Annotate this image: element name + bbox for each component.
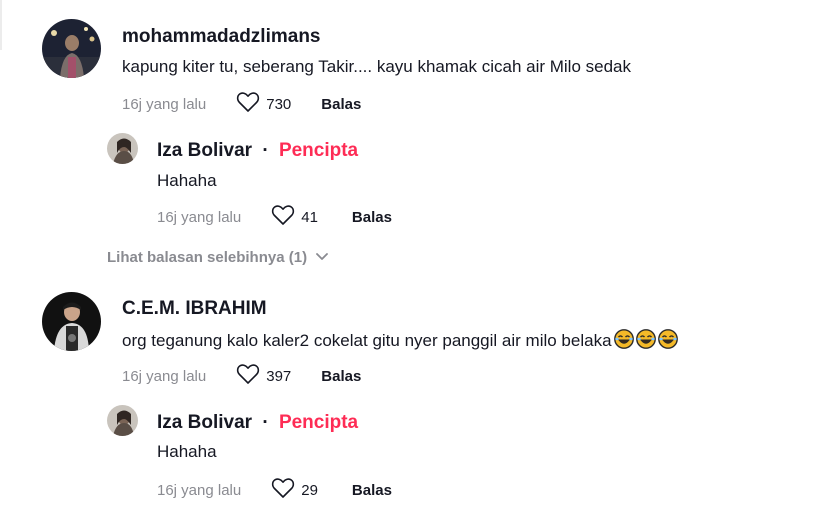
reply-username-row: Iza Bolivar · Pencipta	[157, 412, 358, 434]
face-with-tears-of-joy-icon	[613, 329, 634, 349]
avatar[interactable]	[42, 292, 101, 351]
reply-button[interactable]: Balas	[352, 209, 392, 226]
face-with-tears-of-joy-icon	[657, 329, 678, 349]
heart-icon[interactable]	[271, 204, 295, 230]
like-count: 730	[266, 95, 292, 113]
reply-time: 16j yang lalu	[157, 208, 242, 226]
reply-text: Hahaha	[157, 442, 217, 461]
comment-username[interactable]: mohammadadzlimans	[122, 26, 321, 48]
like-count: 29	[301, 481, 318, 499]
reply-meta: 16j yang lalu 29 Balas	[157, 477, 392, 503]
reply-button[interactable]: Balas	[321, 96, 361, 113]
view-more-replies-button[interactable]: Lihat balasan selebihnya (1)	[107, 249, 329, 266]
heart-icon[interactable]	[236, 91, 260, 117]
avatar[interactable]	[42, 19, 101, 78]
view-more-label: Lihat balasan selebihnya (1)	[107, 249, 308, 266]
comment-text-body: org teganung kalo kaler2 cokelat gitu ny…	[122, 331, 612, 350]
like-button[interactable]: 730	[236, 91, 291, 117]
like-button[interactable]: 397	[236, 363, 291, 389]
face-with-tears-of-joy-icon	[635, 329, 656, 349]
heart-icon[interactable]	[271, 477, 295, 503]
avatar[interactable]	[107, 133, 138, 164]
reply-username[interactable]: Iza Bolivar	[157, 140, 252, 161]
reply-meta: 16j yang lalu 41 Balas	[157, 204, 392, 230]
like-count: 397	[266, 367, 292, 385]
separator-dot: ·	[262, 412, 269, 433]
like-button[interactable]: 41	[271, 204, 318, 230]
like-button[interactable]: 29	[271, 477, 318, 503]
comment-meta: 16j yang lalu 397 Balas	[122, 363, 361, 389]
comment-time: 16j yang lalu	[122, 95, 207, 113]
comment-text: org teganung kalo kaler2 cokelat gitu ny…	[122, 329, 678, 351]
reply-time: 16j yang lalu	[157, 481, 242, 499]
separator-dot: ·	[262, 140, 269, 161]
creator-badge: Pencipta	[278, 140, 359, 161]
comment-time: 16j yang lalu	[122, 367, 207, 385]
avatar[interactable]	[107, 405, 138, 436]
reply-username-row: Iza Bolivar · Pencipta	[157, 140, 358, 162]
reply-button[interactable]: Balas	[321, 368, 361, 385]
comment-meta: 16j yang lalu 730 Balas	[122, 91, 361, 117]
like-count: 41	[301, 208, 318, 226]
creator-badge: Pencipta	[278, 412, 359, 433]
reply-button[interactable]: Balas	[352, 482, 392, 499]
comment-username[interactable]: C.E.M. IBRAHIM	[122, 298, 267, 320]
heart-icon[interactable]	[236, 363, 260, 389]
reply-username[interactable]: Iza Bolivar	[157, 412, 252, 433]
comment-text: kapung kiter tu, seberang Takir.... kayu…	[122, 57, 631, 76]
left-divider	[0, 0, 2, 50]
chevron-down-icon	[315, 249, 329, 266]
reply-text: Hahaha	[157, 171, 217, 190]
